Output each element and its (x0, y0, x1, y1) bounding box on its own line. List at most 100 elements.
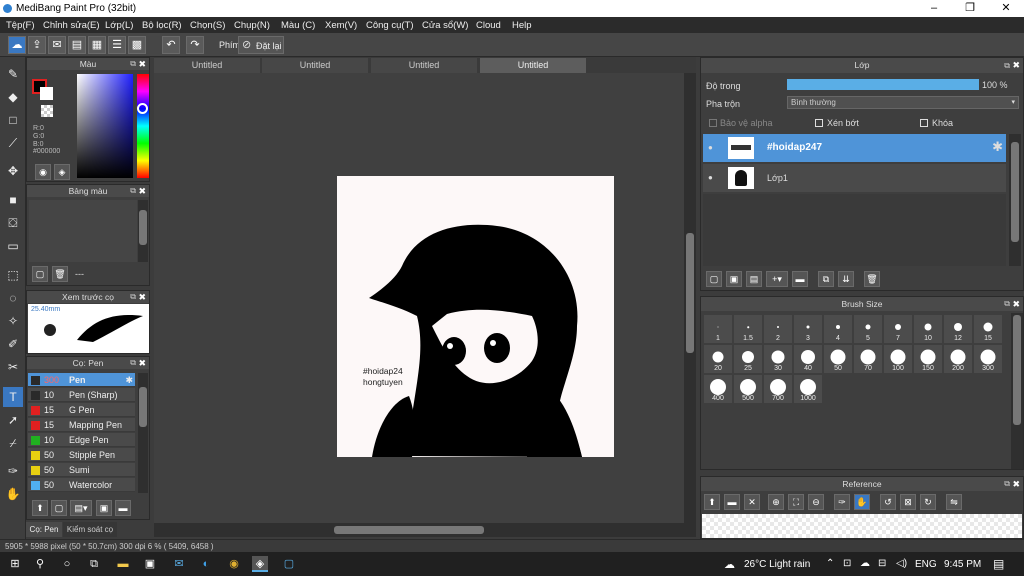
menu-layer[interactable]: Lớp(L) (105, 20, 133, 31)
brush-size-cell[interactable]: 700 (764, 375, 792, 403)
brush-size-cell[interactable]: 100 (884, 345, 912, 373)
medibang-taskbar-icon[interactable]: ◈ (252, 556, 268, 572)
new-8bit-layer-icon[interactable]: ▤ (746, 271, 762, 287)
float-icon[interactable]: ⧉ (130, 291, 136, 303)
search-icon[interactable]: ⚲ (32, 556, 48, 572)
canvas-area[interactable]: #hoidap24 hongtuyen (154, 73, 684, 523)
volume-icon[interactable]: ◁) (896, 558, 907, 569)
float-icon[interactable]: ⧉ (1004, 297, 1010, 311)
clipping-checkbox[interactable] (815, 119, 823, 127)
menu-color[interactable]: Màu (C) (281, 20, 315, 31)
brush-size-cell[interactable]: 70 (854, 345, 882, 373)
message-icon[interactable]: ▤ (68, 36, 86, 54)
brush-size-cell[interactable]: 30 (764, 345, 792, 373)
brush-scrollbar[interactable] (139, 387, 147, 427)
notification-icon[interactable]: ▤ (993, 557, 1004, 571)
close-icon[interactable]: ✖ (1012, 58, 1020, 73)
brush-size-cell[interactable]: 2 (764, 315, 792, 343)
brush-copy-icon[interactable]: ▣ (96, 500, 112, 516)
rotate-right-icon[interactable]: ↻ (920, 494, 936, 510)
add-brush-icon[interactable]: ⬆ (32, 500, 48, 516)
brush-size-cell[interactable]: 150 (914, 345, 942, 373)
select-pen-icon[interactable]: ✐ (3, 334, 23, 354)
new-palette-icon[interactable]: ▢ (32, 266, 48, 282)
menu-edit[interactable]: Chỉnh sửa(E) (43, 20, 100, 31)
app-taskbar-icon[interactable]: ▢ (281, 556, 297, 572)
rotate-left-icon[interactable]: ↺ (880, 494, 896, 510)
brush-size-cell[interactable]: 3 (794, 315, 822, 343)
float-icon[interactable]: ⧉ (130, 58, 136, 70)
reference-close-icon[interactable]: ✕ (744, 494, 760, 510)
lasso-icon[interactable]: ◌ (3, 288, 23, 308)
reset-button[interactable]: ⊘ Đặt lại (238, 36, 284, 54)
new-halftone-layer-icon[interactable]: ▣ (726, 271, 742, 287)
minimize-button[interactable]: – (916, 0, 952, 17)
brush-size-cell[interactable]: 1.5 (734, 315, 762, 343)
cloud-icon[interactable]: ☁ (860, 558, 870, 569)
brush-size-cell[interactable]: 15 (974, 315, 1002, 343)
share-icon[interactable]: ⇪ (28, 36, 46, 54)
folder-icon[interactable]: ▬ (115, 500, 131, 516)
zoom-out-icon[interactable]: ⊖ (808, 494, 824, 510)
brush-size-cell[interactable]: 200 (944, 345, 972, 373)
float-icon[interactable]: ⧉ (130, 357, 136, 369)
text-tool-icon[interactable]: T (3, 387, 23, 407)
brush-tool-icon[interactable]: ✎ (3, 64, 23, 84)
sv-picker[interactable] (77, 74, 133, 178)
menu-tools[interactable]: Công cụ(T) (366, 20, 414, 31)
brush-size-cell[interactable]: 50 (824, 345, 852, 373)
menu-filter[interactable]: Bộ lọc(R) (142, 20, 182, 31)
flip-icon[interactable]: ⇋ (946, 494, 962, 510)
close-icon[interactable]: ✖ (1012, 297, 1020, 311)
gradient-icon[interactable]: ▭ (3, 236, 23, 256)
menu-help[interactable]: Help (512, 20, 532, 31)
blend-select[interactable]: Bình thường ▾ (787, 96, 1019, 109)
close-icon[interactable]: ✖ (138, 291, 146, 303)
close-icon[interactable]: ✖ (1012, 477, 1020, 491)
list-icon[interactable]: ☰ (108, 36, 126, 54)
brush-item[interactable]: 50 Stipple Pen (28, 448, 135, 462)
dot-tool-icon[interactable]: ⟋ (3, 133, 23, 153)
zoom-in-icon[interactable]: ⊕ (768, 494, 784, 510)
chevron-up-icon[interactable]: ⌃ (826, 558, 834, 569)
language-indicator[interactable]: ENG (915, 559, 937, 570)
magic-wand-icon[interactable]: ✧ (3, 311, 23, 331)
canvas-vscroll-thumb[interactable] (686, 233, 694, 353)
canvas-hscroll-thumb[interactable] (334, 526, 484, 534)
new-layer-icon[interactable]: ▢ (706, 271, 722, 287)
add-layer-menu-icon[interactable]: +▾ (766, 271, 788, 287)
chrome-icon[interactable]: ◉ (226, 556, 242, 572)
reference-open-icon[interactable]: ⬆ (704, 494, 720, 510)
redo-icon[interactable]: ↷ (186, 36, 204, 54)
menu-select[interactable]: Chọn(S) (190, 20, 225, 31)
brush-size-cell[interactable]: 20 (704, 345, 732, 373)
tab-document[interactable]: Untitled (154, 58, 260, 73)
brush-size-cell[interactable]: 300 (974, 345, 1002, 373)
brush-size-cell[interactable]: 1 (704, 315, 732, 343)
close-icon[interactable]: ✖ (138, 357, 146, 369)
tab-document[interactable]: Untitled (371, 58, 477, 73)
swap-colors-icon[interactable]: ◈ (54, 164, 70, 180)
eyedropper-icon[interactable]: ✑ (834, 494, 850, 510)
visibility-icon[interactable]: ● (708, 143, 713, 152)
grid-icon[interactable]: ▩ (128, 36, 146, 54)
layer-scrollbar[interactable] (1011, 142, 1019, 242)
palette-swatches[interactable] (29, 200, 137, 262)
tab-brush[interactable]: Cọ: Pen (26, 522, 62, 537)
brush-item[interactable]: 15 Mapping Pen (28, 418, 135, 432)
visibility-icon[interactable]: ● (708, 173, 713, 182)
lock-checkbox[interactable] (920, 119, 928, 127)
bucket-icon[interactable]: ⛋ (3, 213, 23, 233)
tab-brush-control[interactable]: Kiểm soát cọ (63, 522, 117, 537)
brush-size-cell[interactable]: 10 (914, 315, 942, 343)
cortana-icon[interactable]: ○ (59, 556, 75, 572)
select-eraser-icon[interactable]: ✂ (3, 357, 23, 377)
brush-size-cell[interactable]: 4 (824, 315, 852, 343)
eyedropper-icon[interactable]: ⌿ (3, 433, 23, 453)
delete-layer-icon[interactable]: 🗑 (864, 271, 880, 287)
menu-view[interactable]: Xem(V) (325, 20, 357, 31)
merge-layer-icon[interactable]: ⇊ (838, 271, 854, 287)
brush-size-cell[interactable]: 1000 (794, 375, 822, 403)
document-icon[interactable]: ▦ (88, 36, 106, 54)
eyedropper-mini-icon[interactable]: ◉ (35, 164, 51, 180)
